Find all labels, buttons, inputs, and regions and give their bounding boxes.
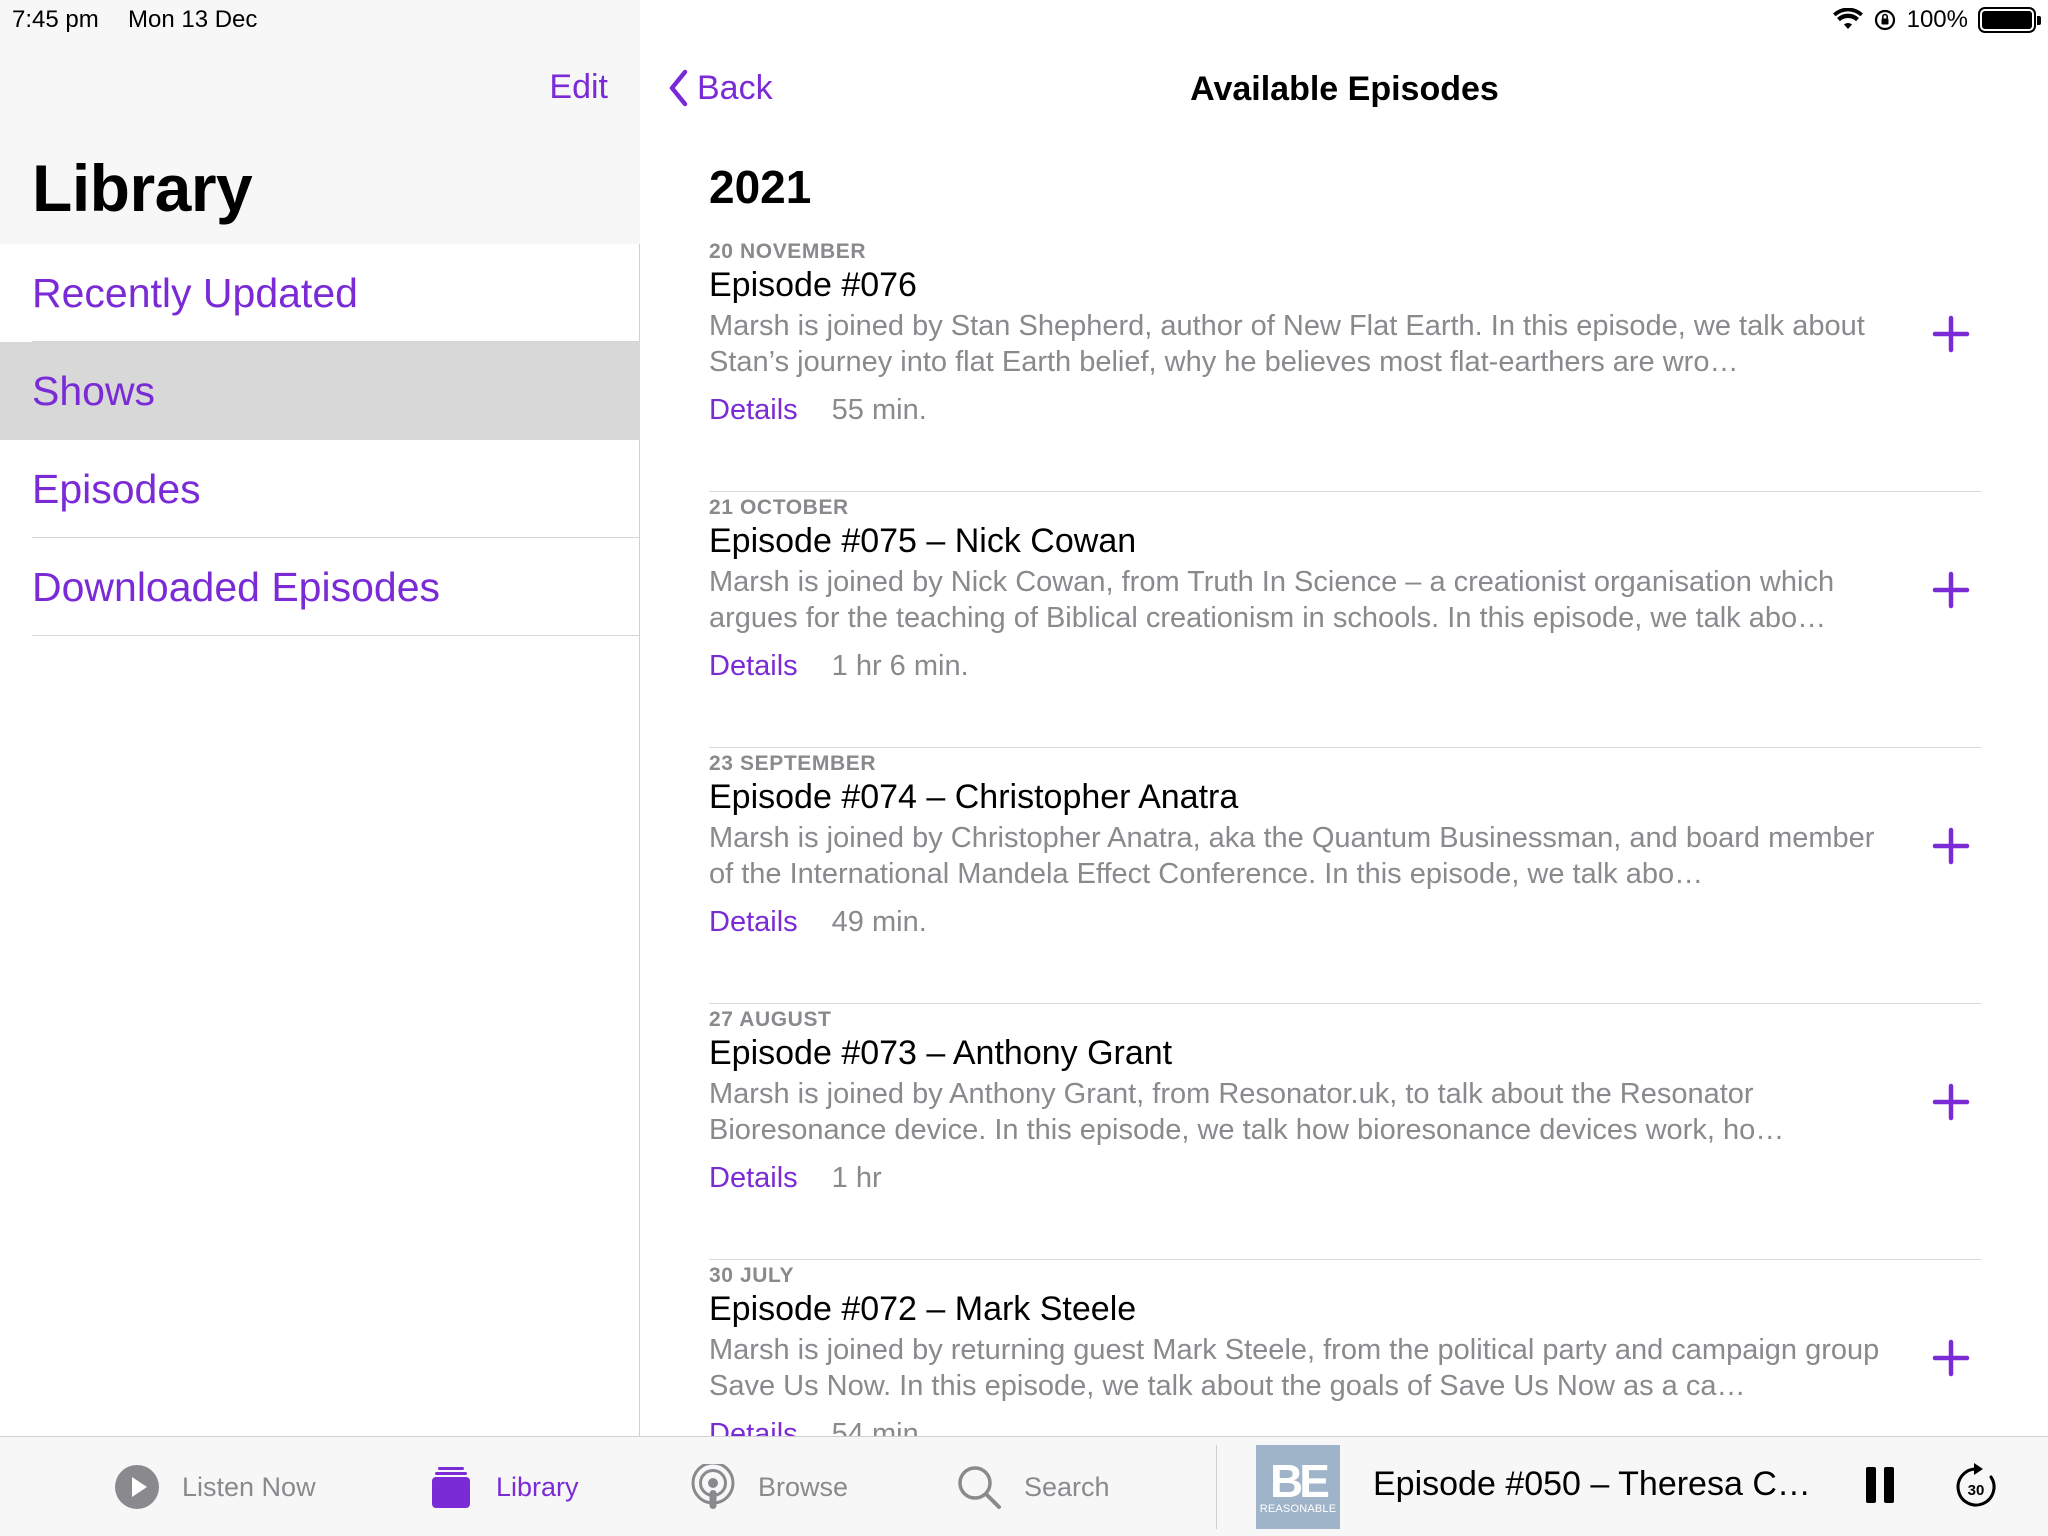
episode-duration: 1 hr 6 min. xyxy=(831,650,969,682)
details-link[interactable]: Details xyxy=(709,650,798,683)
episode-description: Marsh is joined by Nick Cowan, from Trut… xyxy=(709,566,1835,634)
tab-bar: Listen Now Library Browse Search BE REAS… xyxy=(0,1436,2048,1536)
artwork-logo: BE xyxy=(1270,1455,1330,1507)
details-link[interactable]: Details xyxy=(709,394,798,427)
sidebar-item-recently-updated[interactable]: Recently Updated xyxy=(0,244,640,342)
section-year: 2021 xyxy=(709,161,812,213)
sidebar: Edit Library Recently Updated Shows Epis… xyxy=(0,0,640,1436)
tab-divider xyxy=(1216,1445,1217,1529)
sidebar-item-episodes[interactable]: Episodes xyxy=(0,440,640,538)
episode-description: Marsh is joined by Christopher Anatra, a… xyxy=(709,822,1875,890)
skip-seconds-label: 30 xyxy=(1968,1482,1985,1499)
add-icon[interactable] xyxy=(1931,826,1971,866)
add-icon[interactable] xyxy=(1931,314,1971,354)
tab-listen-now[interactable]: Listen Now xyxy=(114,1437,316,1536)
episode-description: Marsh is joined by Anthony Grant, from R… xyxy=(709,1078,1785,1146)
tab-label: Browse xyxy=(758,1471,849,1502)
details-link[interactable]: Details xyxy=(709,1162,798,1195)
episode-row[interactable]: 27 AUGUST Episode #073 – Anthony Grant M… xyxy=(709,1004,1981,1260)
episode-meta: Details 1 hr xyxy=(709,1162,882,1195)
artwork-subtext: REASONABLE xyxy=(1259,1503,1337,1515)
episode-title[interactable]: Episode #073 – Anthony Grant xyxy=(709,1034,1172,1073)
library-stack-icon xyxy=(432,1467,470,1508)
episode-row[interactable]: 20 NOVEMBER Episode #076 Marsh is joined… xyxy=(709,236,1981,492)
add-icon[interactable] xyxy=(1931,1338,1971,1378)
pause-icon[interactable] xyxy=(1862,1463,1898,1507)
sidebar-item-label: Recently Updated xyxy=(32,269,358,316)
tab-label: Search xyxy=(1024,1471,1110,1502)
battery-icon xyxy=(1978,7,2041,33)
episode-row[interactable]: 23 SEPTEMBER Episode #074 – Christopher … xyxy=(709,748,1981,1004)
episode-meta: Details 55 min. xyxy=(709,394,927,427)
episode-row[interactable]: 21 OCTOBER Episode #075 – Nick Cowan Mar… xyxy=(709,492,1981,748)
status-date: Mon 13 Dec xyxy=(128,6,258,33)
sidebar-item-label: Shows xyxy=(32,367,156,414)
episode-description: Marsh is joined by returning guest Mark … xyxy=(709,1334,1880,1402)
episode-meta: Details 49 min. xyxy=(709,906,927,939)
status-indicators: 100% xyxy=(1832,6,2041,34)
episode-duration: 49 min. xyxy=(831,906,927,938)
tab-browse[interactable]: Browse xyxy=(690,1437,848,1536)
episode-date: 23 SEPTEMBER xyxy=(709,752,877,775)
nav-title: Available Episodes xyxy=(1190,70,1499,108)
sidebar-item-label: Downloaded Episodes xyxy=(32,563,440,610)
status-time: 7:45 pm xyxy=(12,6,99,33)
now-playing-artwork[interactable]: BE REASONABLE xyxy=(1256,1445,1340,1529)
episode-title[interactable]: Episode #072 – Mark Steele xyxy=(709,1290,1136,1329)
episode-title[interactable]: Episode #075 – Nick Cowan xyxy=(709,522,1136,561)
page-title: Library xyxy=(32,151,253,225)
battery-level xyxy=(1982,11,2032,29)
battery-percent: 100% xyxy=(1906,6,1968,33)
status-bar: 7:45 pm Mon 13 Dec 100% xyxy=(0,0,2048,42)
tab-library[interactable]: Library xyxy=(428,1437,579,1536)
search-icon xyxy=(958,1466,1001,1509)
sidebar-item-downloaded-episodes[interactable]: Downloaded Episodes xyxy=(0,538,640,636)
sidebar-item-shows[interactable]: Shows xyxy=(0,342,640,440)
now-playing-title[interactable]: Episode #050 – Theresa C… xyxy=(1373,1465,1811,1504)
episode-duration: 54 min. xyxy=(831,1418,927,1436)
play-circle-icon xyxy=(115,1465,159,1509)
episode-date: 30 JULY xyxy=(709,1264,795,1287)
episode-title[interactable]: Episode #076 xyxy=(709,266,917,305)
details-link[interactable]: Details xyxy=(709,1418,798,1436)
add-icon[interactable] xyxy=(1931,570,1971,610)
details-link[interactable]: Details xyxy=(709,906,798,939)
episode-list: 20 NOVEMBER Episode #076 Marsh is joined… xyxy=(709,236,1981,1436)
episode-duration: 1 hr xyxy=(831,1162,882,1194)
tab-label: Library xyxy=(496,1471,579,1502)
add-icon[interactable] xyxy=(1931,1082,1971,1122)
episode-row[interactable]: 30 JULY Episode #072 – Mark Steele Marsh… xyxy=(709,1260,1981,1436)
tab-search[interactable]: Search xyxy=(956,1437,1110,1536)
tab-label: Listen Now xyxy=(182,1471,316,1502)
episode-meta: Details 1 hr 6 min. xyxy=(709,650,969,683)
episode-date: 20 NOVEMBER xyxy=(709,240,867,263)
orientation-lock-icon xyxy=(1874,9,1895,31)
episode-title[interactable]: Episode #074 – Christopher Anatra xyxy=(709,778,1238,817)
episode-duration: 55 min. xyxy=(831,394,927,426)
edit-button[interactable]: Edit xyxy=(549,68,608,107)
episode-meta: Details 54 min. xyxy=(709,1418,927,1436)
episode-description: Marsh is joined by Stan Shepherd, author… xyxy=(709,310,1865,378)
episode-date: 27 AUGUST xyxy=(709,1008,832,1031)
episode-date: 21 OCTOBER xyxy=(709,496,849,519)
episodes-panel: Back Available Episodes 2021 20 NOVEMBER… xyxy=(641,0,2048,1436)
skip-forward-icon[interactable]: 30 xyxy=(1952,1461,2000,1511)
podcast-icon xyxy=(691,1464,735,1509)
wifi-icon xyxy=(1832,8,1863,29)
sidebar-list: Recently Updated Shows Episodes Download… xyxy=(0,244,640,636)
sidebar-item-label: Episodes xyxy=(32,465,201,512)
